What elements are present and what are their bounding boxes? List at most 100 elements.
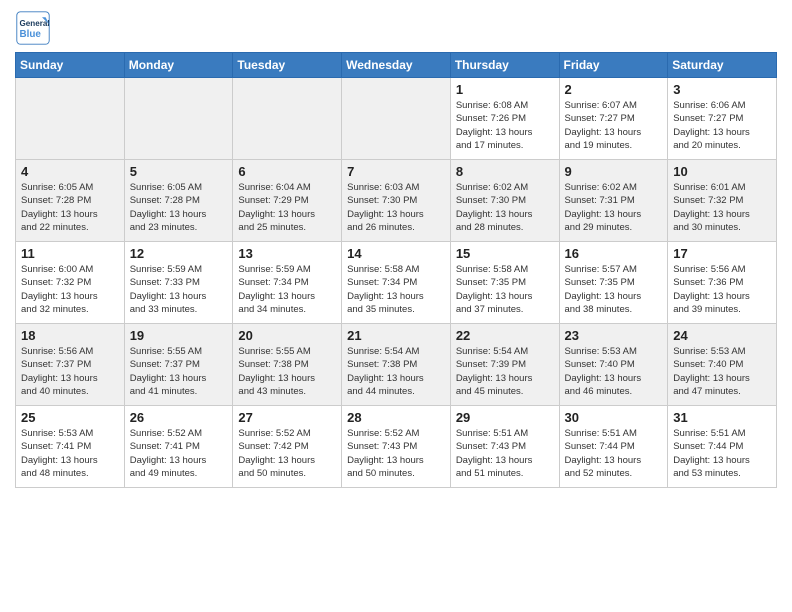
calendar-cell bbox=[16, 78, 125, 160]
weekday-friday: Friday bbox=[559, 53, 668, 78]
day-number: 20 bbox=[238, 328, 336, 343]
calendar-cell: 2Sunrise: 6:07 AM Sunset: 7:27 PM Daylig… bbox=[559, 78, 668, 160]
day-info: Sunrise: 6:01 AM Sunset: 7:32 PM Dayligh… bbox=[673, 181, 771, 234]
day-number: 26 bbox=[130, 410, 228, 425]
calendar-cell: 5 Sunrise: 6:05 AM Sunset: 7:28 PM Daylig… bbox=[124, 160, 233, 242]
day-info: Sunrise: 5:58 AM Sunset: 7:34 PM Dayligh… bbox=[347, 263, 445, 316]
day-number: 23 bbox=[565, 328, 663, 343]
calendar-cell: 6 Sunrise: 6:04 AM Sunset: 7:29 PM Daylig… bbox=[233, 160, 342, 242]
day-number: 3 bbox=[673, 82, 771, 97]
calendar-cell: 22 Sunrise: 5:54 AM Sunset: 7:39 PM Dayli… bbox=[450, 324, 559, 406]
calendar-cell: 13Sunrise: 5:59 AM Sunset: 7:34 PM Dayli… bbox=[233, 242, 342, 324]
calendar-cell bbox=[124, 78, 233, 160]
calendar-header: SundayMondayTuesdayWednesdayThursdayFrid… bbox=[16, 53, 777, 78]
day-info: Sunrise: 6:02 AM Sunset: 7:31 PM Dayligh… bbox=[565, 181, 663, 234]
day-info: Sunrise: 6:05 AM Sunset: 7:28 PM Dayligh… bbox=[21, 181, 119, 234]
week-row-1: 4 Sunrise: 6:05 AM Sunset: 7:28 PM Daylig… bbox=[16, 160, 777, 242]
day-info: Sunrise: 6:03 AM Sunset: 7:30 PM Dayligh… bbox=[347, 181, 445, 234]
day-info: Sunrise: 5:55 AM Sunset: 7:38 PM Dayligh… bbox=[238, 345, 336, 398]
day-number: 27 bbox=[238, 410, 336, 425]
calendar-cell: 30Sunrise: 5:51 AM Sunset: 7:44 PM Dayli… bbox=[559, 406, 668, 488]
day-info: Sunrise: 5:51 AM Sunset: 7:44 PM Dayligh… bbox=[565, 427, 663, 480]
day-number: 11 bbox=[21, 246, 119, 261]
day-number: 21 bbox=[347, 328, 445, 343]
calendar-cell: 24 Sunrise: 5:53 AM Sunset: 7:40 PM Dayli… bbox=[668, 324, 777, 406]
day-number: 29 bbox=[456, 410, 554, 425]
calendar-cell bbox=[342, 78, 451, 160]
day-info: Sunrise: 6:04 AM Sunset: 7:29 PM Dayligh… bbox=[238, 181, 336, 234]
calendar-cell: 15 Sunrise: 5:58 AM Sunset: 7:35 PM Dayli… bbox=[450, 242, 559, 324]
day-info: Sunrise: 6:02 AM Sunset: 7:30 PM Dayligh… bbox=[456, 181, 554, 234]
day-info: Sunrise: 5:53 AM Sunset: 7:40 PM Dayligh… bbox=[673, 345, 771, 398]
day-info: Sunrise: 5:58 AM Sunset: 7:35 PM Dayligh… bbox=[456, 263, 554, 316]
calendar-cell: 16 Sunrise: 5:57 AM Sunset: 7:35 PM Dayli… bbox=[559, 242, 668, 324]
day-number: 9 bbox=[565, 164, 663, 179]
day-number: 2 bbox=[565, 82, 663, 97]
day-number: 12 bbox=[130, 246, 228, 261]
day-number: 4 bbox=[21, 164, 119, 179]
day-number: 31 bbox=[673, 410, 771, 425]
day-info: Sunrise: 6:05 AM Sunset: 7:28 PM Dayligh… bbox=[130, 181, 228, 234]
weekday-saturday: Saturday bbox=[668, 53, 777, 78]
weekday-wednesday: Wednesday bbox=[342, 53, 451, 78]
calendar-table: SundayMondayTuesdayWednesdayThursdayFrid… bbox=[15, 52, 777, 488]
day-number: 19 bbox=[130, 328, 228, 343]
day-number: 15 bbox=[456, 246, 554, 261]
day-info: Sunrise: 5:55 AM Sunset: 7:37 PM Dayligh… bbox=[130, 345, 228, 398]
calendar-cell: 23Sunrise: 5:53 AM Sunset: 7:40 PM Dayli… bbox=[559, 324, 668, 406]
weekday-thursday: Thursday bbox=[450, 53, 559, 78]
calendar-cell: 26 Sunrise: 5:52 AM Sunset: 7:41 PM Dayli… bbox=[124, 406, 233, 488]
calendar-cell: 12 Sunrise: 5:59 AM Sunset: 7:33 PM Dayli… bbox=[124, 242, 233, 324]
day-info: Sunrise: 6:06 AM Sunset: 7:27 PM Dayligh… bbox=[673, 99, 771, 152]
calendar-cell: 19 Sunrise: 5:55 AM Sunset: 7:37 PM Dayli… bbox=[124, 324, 233, 406]
day-info: Sunrise: 6:00 AM Sunset: 7:32 PM Dayligh… bbox=[21, 263, 119, 316]
day-info: Sunrise: 5:57 AM Sunset: 7:35 PM Dayligh… bbox=[565, 263, 663, 316]
day-number: 8 bbox=[456, 164, 554, 179]
calendar-cell: 18 Sunrise: 5:56 AM Sunset: 7:37 PM Dayli… bbox=[16, 324, 125, 406]
week-row-0: 1 Sunrise: 6:08 AM Sunset: 7:26 PM Daylig… bbox=[16, 78, 777, 160]
day-info: Sunrise: 5:59 AM Sunset: 7:33 PM Dayligh… bbox=[130, 263, 228, 316]
week-row-2: 11 Sunrise: 6:00 AM Sunset: 7:32 PM Dayli… bbox=[16, 242, 777, 324]
weekday-tuesday: Tuesday bbox=[233, 53, 342, 78]
calendar-cell: 31Sunrise: 5:51 AM Sunset: 7:44 PM Dayli… bbox=[668, 406, 777, 488]
logo-icon: General Blue bbox=[15, 10, 51, 46]
logo: General Blue bbox=[15, 10, 51, 46]
day-info: Sunrise: 6:08 AM Sunset: 7:26 PM Dayligh… bbox=[456, 99, 554, 152]
day-number: 28 bbox=[347, 410, 445, 425]
svg-text:General: General bbox=[20, 19, 50, 28]
day-number: 16 bbox=[565, 246, 663, 261]
calendar-cell: 14Sunrise: 5:58 AM Sunset: 7:34 PM Dayli… bbox=[342, 242, 451, 324]
day-number: 17 bbox=[673, 246, 771, 261]
calendar-cell: 10 Sunrise: 6:01 AM Sunset: 7:32 PM Dayli… bbox=[668, 160, 777, 242]
day-number: 6 bbox=[238, 164, 336, 179]
calendar-cell: 3 Sunrise: 6:06 AM Sunset: 7:27 PM Daylig… bbox=[668, 78, 777, 160]
header: General Blue bbox=[15, 10, 777, 46]
day-number: 1 bbox=[456, 82, 554, 97]
weekday-monday: Monday bbox=[124, 53, 233, 78]
day-number: 18 bbox=[21, 328, 119, 343]
calendar-cell: 17 Sunrise: 5:56 AM Sunset: 7:36 PM Dayli… bbox=[668, 242, 777, 324]
calendar-cell: 28 Sunrise: 5:52 AM Sunset: 7:43 PM Dayli… bbox=[342, 406, 451, 488]
day-number: 25 bbox=[21, 410, 119, 425]
day-info: Sunrise: 5:52 AM Sunset: 7:41 PM Dayligh… bbox=[130, 427, 228, 480]
calendar-cell: 27 Sunrise: 5:52 AM Sunset: 7:42 PM Dayli… bbox=[233, 406, 342, 488]
calendar-cell: 1 Sunrise: 6:08 AM Sunset: 7:26 PM Daylig… bbox=[450, 78, 559, 160]
day-info: Sunrise: 5:52 AM Sunset: 7:43 PM Dayligh… bbox=[347, 427, 445, 480]
day-info: Sunrise: 5:54 AM Sunset: 7:39 PM Dayligh… bbox=[456, 345, 554, 398]
calendar-cell: 20 Sunrise: 5:55 AM Sunset: 7:38 PM Dayli… bbox=[233, 324, 342, 406]
day-number: 10 bbox=[673, 164, 771, 179]
day-number: 22 bbox=[456, 328, 554, 343]
calendar-cell: 8 Sunrise: 6:02 AM Sunset: 7:30 PM Daylig… bbox=[450, 160, 559, 242]
calendar-cell: 4 Sunrise: 6:05 AM Sunset: 7:28 PM Daylig… bbox=[16, 160, 125, 242]
day-number: 5 bbox=[130, 164, 228, 179]
day-number: 7 bbox=[347, 164, 445, 179]
calendar-cell bbox=[233, 78, 342, 160]
day-info: Sunrise: 5:56 AM Sunset: 7:36 PM Dayligh… bbox=[673, 263, 771, 316]
weekday-sunday: Sunday bbox=[16, 53, 125, 78]
day-info: Sunrise: 5:56 AM Sunset: 7:37 PM Dayligh… bbox=[21, 345, 119, 398]
day-info: Sunrise: 5:54 AM Sunset: 7:38 PM Dayligh… bbox=[347, 345, 445, 398]
day-number: 24 bbox=[673, 328, 771, 343]
calendar-body: 1 Sunrise: 6:08 AM Sunset: 7:26 PM Daylig… bbox=[16, 78, 777, 488]
day-info: Sunrise: 5:53 AM Sunset: 7:41 PM Dayligh… bbox=[21, 427, 119, 480]
day-info: Sunrise: 5:52 AM Sunset: 7:42 PM Dayligh… bbox=[238, 427, 336, 480]
